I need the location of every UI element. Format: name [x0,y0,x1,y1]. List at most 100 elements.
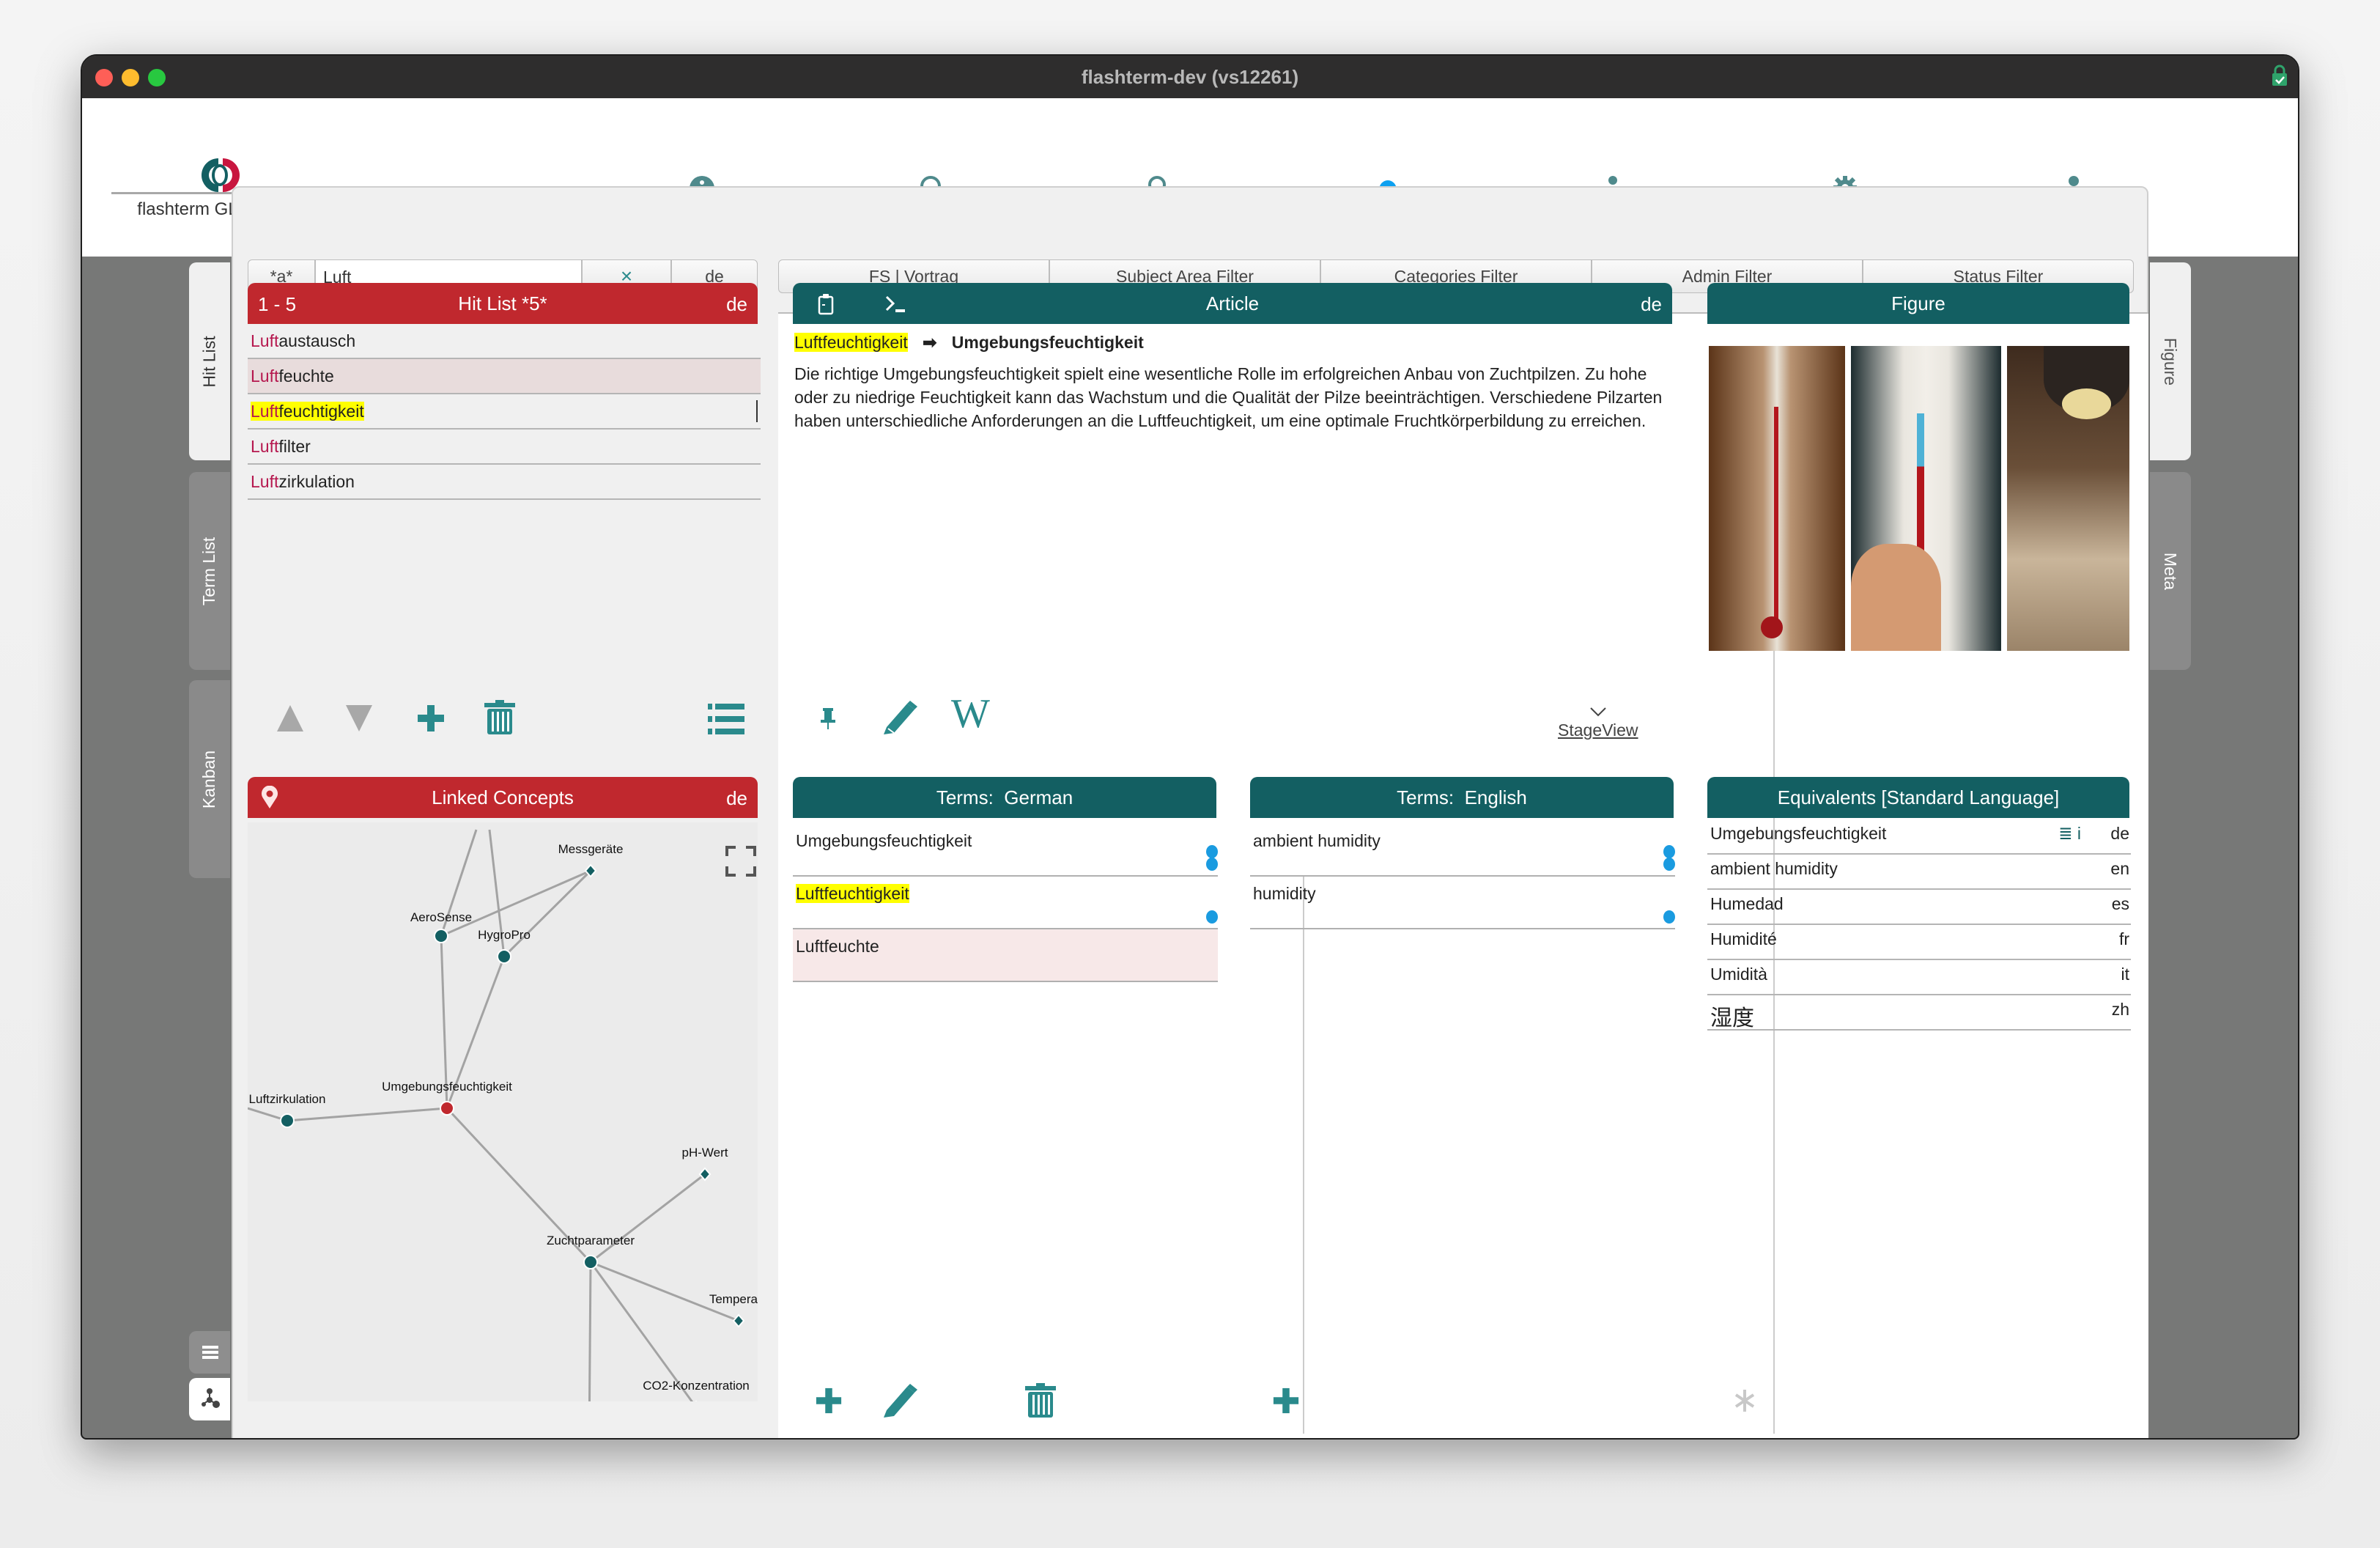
equivalent-text: Umgebungsfeuchtigkeit [1710,824,1887,843]
stageview-link[interactable]: StageView [1558,707,1638,740]
tab-label: Hit List [199,335,219,388]
graph-node-label[interactable]: Temperatu [709,1292,758,1306]
article-target-term[interactable]: Umgebungsfeuchtigkeit [952,333,1144,352]
linked-concepts-header: Linked Concepts de [248,777,758,818]
hit-list-item[interactable]: Luftaustausch [248,324,761,359]
graph-node-label[interactable]: pH-Wert [682,1146,728,1160]
status-dot-icon[interactable] [1206,858,1218,871]
list-view-button[interactable] [189,1331,230,1374]
language-code: en [2110,859,2129,878]
graph-node-label[interactable]: Luftzirkulation [249,1092,326,1106]
language-code: zh [2111,1000,2129,1019]
article-header: Article de [793,283,1672,324]
graph-edge [588,1261,592,1401]
graph-node[interactable] [583,1255,598,1269]
figure-image[interactable] [1709,346,2129,651]
hit-list-item[interactable]: Luftfeuchtigkeit [248,394,761,430]
equivalent-text: Humedad [1710,894,1784,913]
graph-node-label[interactable]: AeroSense [410,910,472,924]
graph-node-label[interactable]: CO2-Konzentration [643,1379,750,1393]
clipboard-icon[interactable] [818,293,834,315]
status-dot-icon[interactable] [1663,845,1675,858]
graph-node-label[interactable]: Umgebungsfeuchtigkeit [382,1080,512,1094]
hit-list-item[interactable]: Luftfilter [248,430,761,465]
graph-node[interactable] [497,949,511,964]
article-source-term[interactable]: Luftfeuchtigkeit [794,333,908,352]
pencil-icon[interactable] [881,698,919,736]
article-term-line: Luftfeuchtigkeit ➡ Umgebungsfeuchtigkeit [794,333,1144,353]
equivalent-item[interactable]: ambient humidity en [1707,855,2131,890]
add-german-term-icon[interactable] [815,1387,843,1415]
terminal-icon[interactable] [885,295,907,314]
hit-list-range: 1 - 5 [258,293,297,315]
text-cursor [756,400,758,422]
match-rest: feuchtigkeit [278,402,364,421]
equivalent-details-icon[interactable]: ≣ i [2058,824,2081,844]
equivalent-item[interactable]: Humedad es [1707,890,2131,925]
asterisk-icon[interactable] [1734,1388,1756,1413]
graph-node[interactable] [280,1113,295,1128]
equivalent-item[interactable]: Umidità it [1707,960,2131,995]
hygrometer-image [1851,346,2001,651]
graph-edge [590,1173,706,1264]
graph-node[interactable] [440,1101,454,1116]
add-icon[interactable] [416,704,446,733]
add-english-term-icon[interactable] [1272,1387,1300,1415]
graph-node[interactable] [434,929,448,943]
term-item[interactable]: Umgebungsfeuchtigkeit [793,824,1218,877]
match-prefix: Luft [251,437,279,456]
term-item[interactable]: humidity [1250,877,1675,929]
hit-list-header: 1 - 5 Hit List *5* de [248,283,758,324]
article-lang: de [1641,293,1662,315]
hit-list-item[interactable]: Luftfeuchte [248,359,761,394]
window-title: flashterm-dev (vs12261) [1081,66,1299,88]
graph-node[interactable] [732,1313,745,1328]
concept-graph[interactable]: Messgeräte AeroSense HygroPro Umgebungsfeuc… [248,822,758,1401]
equivalent-item[interactable]: Humidité fr [1707,925,2131,960]
trash-icon[interactable] [484,699,516,736]
equivalent-item[interactable]: Umgebungsfeuchtigkeit ≣ i de [1707,819,2131,855]
language-code: fr [2118,929,2129,948]
graph-view-button[interactable] [189,1378,230,1420]
term-item[interactable]: Luftfeuchtigkeit [793,877,1218,929]
edit-german-term-icon[interactable] [881,1381,919,1419]
graph-node-label[interactable]: HygroPro [478,928,531,942]
hit-list-item[interactable]: Luftzirkulation [248,465,761,500]
status-dot-icon[interactable] [1206,910,1218,924]
terms-german-header: Terms: German [793,777,1216,818]
tab-kanban[interactable]: Kanban [189,680,230,878]
tab-term-list[interactable]: Term List [189,472,230,670]
hit-list-item-text: Luftzirkulation [251,472,355,491]
equivalent-text: ambient humidity [1710,859,1838,878]
list-icon[interactable] [708,702,744,736]
graph-node-label[interactable]: Messgeräte [558,842,624,856]
map-pin-icon [262,786,278,808]
pin-icon[interactable] [819,707,837,731]
equivalent-text: 湿度 [1710,1006,1754,1031]
status-dot-icon[interactable] [1206,845,1218,858]
language-code: de [2110,824,2129,843]
term-text: Luftfeuchte [796,937,879,956]
match-rest: filter [278,437,311,456]
figure-title: Figure [1891,292,1945,314]
equivalent-text: Umidità [1710,965,1767,984]
term-item[interactable]: Luftfeuchte [793,929,1218,982]
status-dot-icon[interactable] [1663,910,1675,924]
fullscreen-icon[interactable] [725,846,756,877]
wikipedia-icon[interactable]: W [951,690,990,737]
tab-figure[interactable]: Figure [2150,262,2191,460]
match-prefix: Luft [251,331,279,350]
delete-german-term-icon[interactable] [1024,1382,1057,1419]
tab-label: Term List [199,537,219,605]
arrow-right-icon: ➡ [923,333,937,352]
equivalent-item[interactable]: 湿度 zh [1707,995,2131,1031]
tab-meta[interactable]: Meta [2150,472,2191,670]
term-item[interactable]: ambient humidity [1250,824,1675,877]
terms-english-title: Terms: English [1397,786,1527,808]
tab-label: Meta [2161,552,2181,590]
status-dot-icon[interactable] [1663,858,1675,871]
move-down-icon[interactable] [343,702,375,734]
graph-node-label[interactable]: Zuchtparameter [547,1234,635,1247]
move-up-icon[interactable] [274,702,306,734]
tab-hit-list[interactable]: Hit List [189,262,230,460]
